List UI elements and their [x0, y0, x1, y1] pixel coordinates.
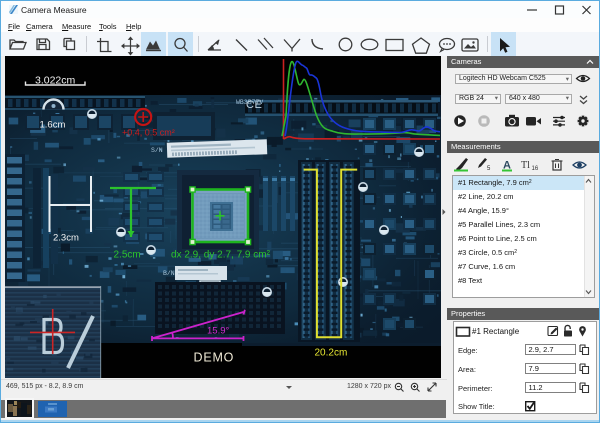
svg-text:2.5cm: 2.5cm	[114, 250, 141, 261]
svg-text:B/N: B/N	[163, 270, 175, 277]
svg-text:1.6cm: 1.6cm	[40, 120, 66, 131]
svg-text:DEMO: DEMO	[194, 351, 235, 365]
svg-text:15.9°: 15.9°	[207, 326, 229, 337]
svg-text:dx 2.9, dy 2.7, 7.9 cm²: dx 2.9, dy 2.7, 7.9 cm²	[171, 250, 271, 261]
svg-text:2.3cm: 2.3cm	[53, 233, 79, 244]
svg-text:S/N: S/N	[151, 147, 163, 154]
svg-text:20.2cm: 20.2cm	[315, 348, 348, 359]
svg-text:16: 16	[532, 166, 539, 172]
svg-text:5: 5	[487, 166, 491, 172]
svg-text:CE: CE	[246, 99, 262, 111]
svg-text:Tl: Tl	[521, 160, 530, 171]
svg-text:+0.4, 0.5 cm²: +0.4, 0.5 cm²	[122, 128, 175, 138]
